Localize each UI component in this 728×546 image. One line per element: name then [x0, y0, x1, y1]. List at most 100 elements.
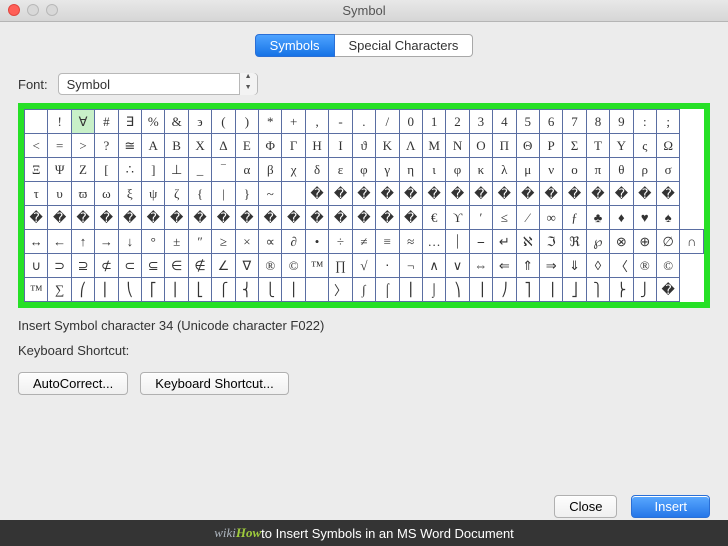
symbol-grid[interactable]: !∀#∃%&϶()*+,-./0123456789:;<=>?≅ΑΒΧΔΕΦΓΗ…: [24, 109, 704, 302]
symbol-cell[interactable]: Λ: [399, 134, 422, 158]
symbol-cell[interactable]: ⎢: [165, 278, 188, 302]
symbol-cell[interactable]: ϖ: [71, 182, 94, 206]
symbol-cell[interactable]: ℘: [586, 230, 609, 254]
symbol-cell[interactable]: 7: [563, 110, 586, 134]
font-select[interactable]: Symbol ▲▼: [58, 73, 258, 95]
symbol-cell[interactable]: �: [118, 206, 141, 230]
symbol-cell[interactable]: ∪: [25, 254, 48, 278]
symbol-cell[interactable]: ±: [165, 230, 188, 254]
symbol-cell[interactable]: Χ: [188, 134, 211, 158]
symbol-cell[interactable]: γ: [376, 158, 399, 182]
symbol-cell[interactable]: [: [95, 158, 118, 182]
symbol-cell[interactable]: ): [235, 110, 258, 134]
symbol-cell[interactable]: �: [399, 182, 422, 206]
symbol-cell[interactable]: !: [48, 110, 71, 134]
symbol-cell[interactable]: Ζ: [71, 158, 94, 182]
symbol-cell[interactable]: 0: [399, 110, 422, 134]
symbol-cell[interactable]: ∀: [71, 110, 94, 134]
symbol-cell[interactable]: >: [71, 134, 94, 158]
symbol-cell[interactable]: ⎫: [586, 278, 609, 302]
symbol-cell[interactable]: Ρ: [539, 134, 562, 158]
symbol-cell[interactable]: ≠: [352, 230, 375, 254]
symbol-cell[interactable]: [25, 110, 48, 134]
symbol-cell[interactable]: �: [352, 182, 375, 206]
symbol-cell[interactable]: Α: [142, 134, 165, 158]
symbol-cell[interactable]: �: [376, 206, 399, 230]
symbol-cell[interactable]: ⁄: [516, 206, 539, 230]
symbol-cell[interactable]: �: [469, 182, 492, 206]
symbol-cell[interactable]: κ: [469, 158, 492, 182]
symbol-cell[interactable]: ⎬: [610, 278, 633, 302]
symbol-cell[interactable]: ⊕: [633, 230, 656, 254]
symbol-cell[interactable]: ≡: [376, 230, 399, 254]
symbol-cell[interactable]: ÷: [329, 230, 352, 254]
symbol-cell[interactable]: 〈: [610, 254, 633, 278]
symbol-cell[interactable]: ϶: [188, 110, 211, 134]
symbol-cell[interactable]: ⎟: [469, 278, 492, 302]
insert-button[interactable]: Insert: [631, 495, 710, 518]
symbol-cell[interactable]: 9: [610, 110, 633, 134]
symbol-cell[interactable]: _: [188, 158, 211, 182]
symbol-cell[interactable]: σ: [656, 158, 679, 182]
symbol-cell[interactable]: �: [516, 182, 539, 206]
symbol-cell[interactable]: 5: [516, 110, 539, 134]
symbol-cell[interactable]: ∠: [212, 254, 235, 278]
symbol-cell[interactable]: ↔: [25, 230, 48, 254]
symbol-cell[interactable]: χ: [282, 158, 305, 182]
symbol-cell[interactable]: →: [95, 230, 118, 254]
symbol-cell[interactable]: �: [422, 182, 445, 206]
symbol-cell[interactable]: ς: [633, 134, 656, 158]
symbol-cell[interactable]: �: [539, 182, 562, 206]
symbol-cell[interactable]: ⎪: [282, 278, 305, 302]
symbol-cell[interactable]: ⇒: [539, 254, 562, 278]
symbol-cell[interactable]: Τ: [586, 134, 609, 158]
symbol-cell[interactable]: α: [235, 158, 258, 182]
symbol-cell[interactable]: μ: [516, 158, 539, 182]
symbol-cell[interactable]: ⎤: [516, 278, 539, 302]
symbol-cell[interactable]: ⇑: [516, 254, 539, 278]
symbol-cell[interactable]: ◊: [586, 254, 609, 278]
symbol-cell[interactable]: �: [399, 206, 422, 230]
symbol-cell[interactable]: ⎮: [399, 278, 422, 302]
close-window-icon[interactable]: [8, 4, 20, 16]
symbol-cell[interactable]: Β: [165, 134, 188, 158]
symbol-cell[interactable]: ©: [656, 254, 679, 278]
symbol-cell[interactable]: ⎧: [212, 278, 235, 302]
symbol-cell[interactable]: Υ: [610, 134, 633, 158]
symbol-cell[interactable]: ×: [235, 230, 258, 254]
symbol-cell[interactable]: ⇓: [563, 254, 586, 278]
symbol-cell[interactable]: ™: [305, 254, 328, 278]
symbol-cell[interactable]: ∇: [235, 254, 258, 278]
symbol-cell[interactable]: �: [329, 206, 352, 230]
symbol-cell[interactable]: �: [212, 206, 235, 230]
symbol-cell[interactable]: φ: [446, 158, 469, 182]
symbol-cell[interactable]: Ψ: [48, 158, 71, 182]
symbol-cell[interactable]: ♦: [610, 206, 633, 230]
symbol-cell[interactable]: ]: [142, 158, 165, 182]
symbol-cell[interactable]: /: [376, 110, 399, 134]
symbol-cell[interactable]: �: [95, 206, 118, 230]
symbol-cell[interactable]: :: [633, 110, 656, 134]
symbol-cell[interactable]: �: [446, 182, 469, 206]
symbol-cell[interactable]: 〉: [329, 278, 352, 302]
symbol-cell[interactable]: φ: [352, 158, 375, 182]
font-stepper-icon[interactable]: ▲▼: [239, 73, 257, 95]
symbol-cell[interactable]: 2: [446, 110, 469, 134]
symbol-cell[interactable]: -: [329, 110, 352, 134]
symbol-cell[interactable]: ⊗: [610, 230, 633, 254]
symbol-cell[interactable]: ←: [48, 230, 71, 254]
symbol-cell[interactable]: �: [656, 278, 679, 302]
symbol-cell[interactable]: Ο: [469, 134, 492, 158]
symbol-cell[interactable]: ℜ: [563, 230, 586, 254]
symbol-cell[interactable]: ω: [95, 182, 118, 206]
symbol-cell[interactable]: ϑ: [352, 134, 375, 158]
symbol-cell[interactable]: ℑ: [539, 230, 562, 254]
symbol-cell[interactable]: τ: [25, 182, 48, 206]
symbol-cell[interactable]: ψ: [142, 182, 165, 206]
symbol-cell[interactable]: �: [25, 206, 48, 230]
symbol-cell[interactable]: ™: [25, 278, 48, 302]
symbol-cell[interactable]: ↵: [493, 230, 516, 254]
symbol-cell[interactable]: �: [656, 182, 679, 206]
symbol-cell[interactable]: ⎨: [235, 278, 258, 302]
symbol-cell[interactable]: �: [188, 206, 211, 230]
